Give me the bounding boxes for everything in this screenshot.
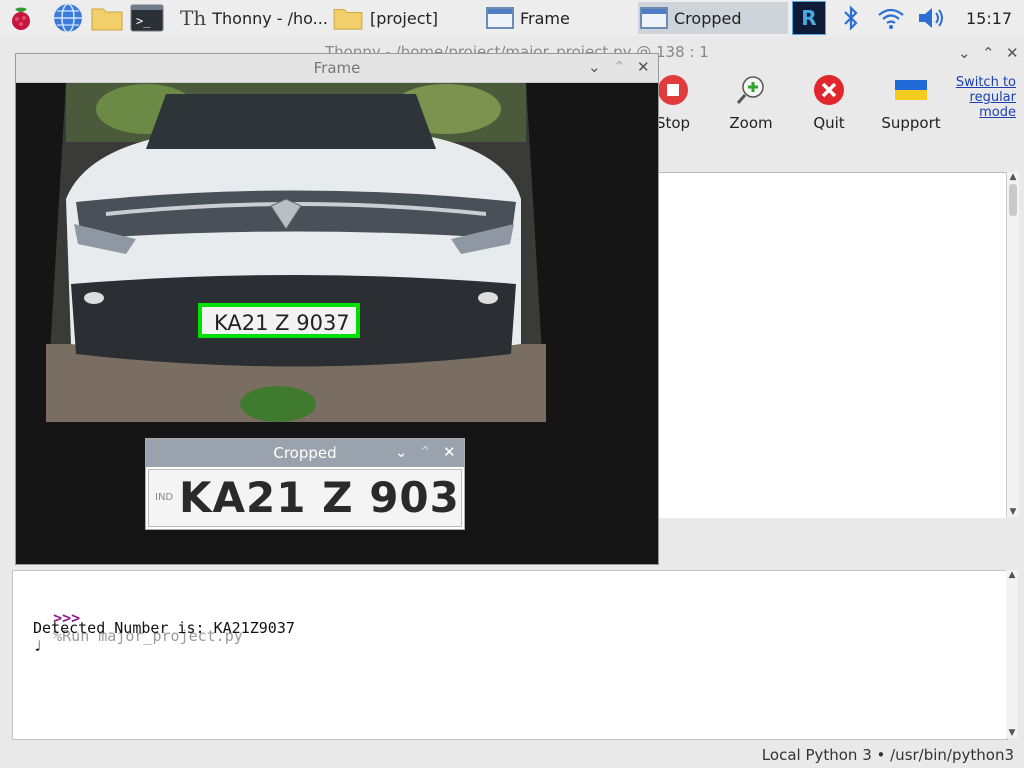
taskbar-cropped-label: Cropped	[674, 8, 742, 28]
top-taskbar: >_ Th Thonny - /ho... [project] Frame Cr…	[0, 0, 1024, 37]
shell-scrollbar[interactable]: ▲ ▼	[1006, 570, 1018, 738]
shell-output-line: Detected Number is: KA21Z9037	[33, 619, 295, 637]
clock[interactable]: 15:17	[966, 2, 1012, 34]
quit-icon	[814, 75, 844, 105]
file-manager-button[interactable]	[90, 2, 124, 34]
zoom-icon	[736, 76, 764, 104]
switch-mode-link[interactable]: Switch to regular mode	[950, 75, 1016, 120]
support-button[interactable]: Support	[876, 74, 946, 132]
folder-icon	[91, 8, 123, 31]
window-icon	[486, 7, 514, 29]
raspberry-icon	[12, 7, 30, 30]
taskbar-frame[interactable]: Frame	[486, 2, 634, 34]
svg-text:>_: >_	[136, 14, 151, 28]
volume-tray-button[interactable]	[916, 2, 948, 34]
raspberry-menu-button[interactable]	[6, 2, 36, 34]
taskbar-thonny[interactable]: Th Thonny - /ho...	[180, 2, 328, 34]
terminal-icon: >_	[130, 4, 164, 32]
scroll-up-icon[interactable]: ▲	[1007, 172, 1019, 182]
clock-label: 15:17	[966, 8, 1013, 28]
web-browser-button[interactable]	[52, 2, 84, 34]
close-button[interactable]: ✕	[1006, 44, 1019, 62]
thonny-icon: Th	[180, 6, 207, 30]
maximize-button[interactable]: ⌃	[613, 58, 626, 76]
plate-prefix: IND	[155, 492, 174, 503]
bluetooth-tray-button[interactable]	[840, 2, 862, 34]
minimize-button[interactable]: ⌄	[958, 44, 971, 62]
taskbar-project[interactable]: [project]	[332, 2, 480, 34]
scroll-up-icon[interactable]: ▲	[1006, 570, 1018, 580]
vnc-icon: R	[792, 1, 826, 35]
editor-scrollbar[interactable]: ▲ ▼	[1006, 172, 1019, 517]
window-icon	[640, 7, 668, 29]
folder-icon	[333, 9, 363, 30]
support-label: Support	[881, 114, 941, 132]
taskbar-cropped[interactable]: Cropped	[638, 2, 788, 34]
terminal-button[interactable]: >_	[130, 2, 164, 34]
scroll-down-icon[interactable]: ▼	[1006, 728, 1018, 738]
taskbar-project-label: [project]	[370, 8, 439, 28]
taskbar-thonny-label: Thonny - /ho...	[212, 8, 328, 28]
scroll-down-icon[interactable]: ▼	[1007, 507, 1019, 517]
maximize-button[interactable]: ⌃	[982, 44, 995, 62]
close-button[interactable]: ✕	[443, 443, 456, 461]
frame-title: Frame	[313, 59, 361, 77]
shell-panel[interactable]: >>> %Run major_project.py Detected Numbe…	[12, 570, 1008, 740]
interpreter-status[interactable]: Local Python 3 • /usr/bin/python3	[762, 746, 1014, 764]
frame-plate-text: KA21 Z 9037	[214, 311, 350, 335]
minimize-button[interactable]: ⌄	[588, 58, 601, 76]
cropped-plate-image: IND KA21 Z 9037	[148, 469, 462, 527]
speaker-icon	[919, 8, 943, 28]
taskbar-frame-label: Frame	[520, 8, 570, 28]
status-bar: Local Python 3 • /usr/bin/python3	[0, 742, 1024, 768]
cropped-plate-text: KA21 Z 9037	[179, 473, 462, 522]
wifi-icon	[878, 8, 904, 29]
quit-label: Quit	[813, 114, 845, 132]
vnc-tray-button[interactable]: R	[792, 1, 826, 35]
scroll-thumb[interactable]	[1009, 184, 1017, 216]
stop-icon	[658, 75, 688, 105]
zoom-label: Zoom	[729, 114, 773, 132]
maximize-button[interactable]: ⌃	[419, 443, 432, 461]
cropped-titlebar[interactable]: Cropped ⌄ ⌃ ✕	[146, 439, 464, 467]
ukraine-flag-icon	[895, 80, 927, 100]
quit-button[interactable]: Quit	[794, 74, 864, 132]
cropped-title: Cropped	[273, 444, 337, 462]
code-editor[interactable]	[658, 172, 1006, 518]
shell-output-line: ♩	[33, 637, 43, 655]
frame-titlebar[interactable]: Frame ⌄ ⌃ ✕	[16, 54, 658, 83]
close-button[interactable]: ✕	[637, 58, 650, 76]
zoom-button[interactable]: Zoom	[716, 74, 786, 132]
minimize-button[interactable]: ⌄	[395, 443, 408, 461]
wifi-tray-button[interactable]	[876, 2, 906, 34]
bluetooth-icon	[844, 5, 858, 31]
globe-icon	[54, 3, 82, 33]
